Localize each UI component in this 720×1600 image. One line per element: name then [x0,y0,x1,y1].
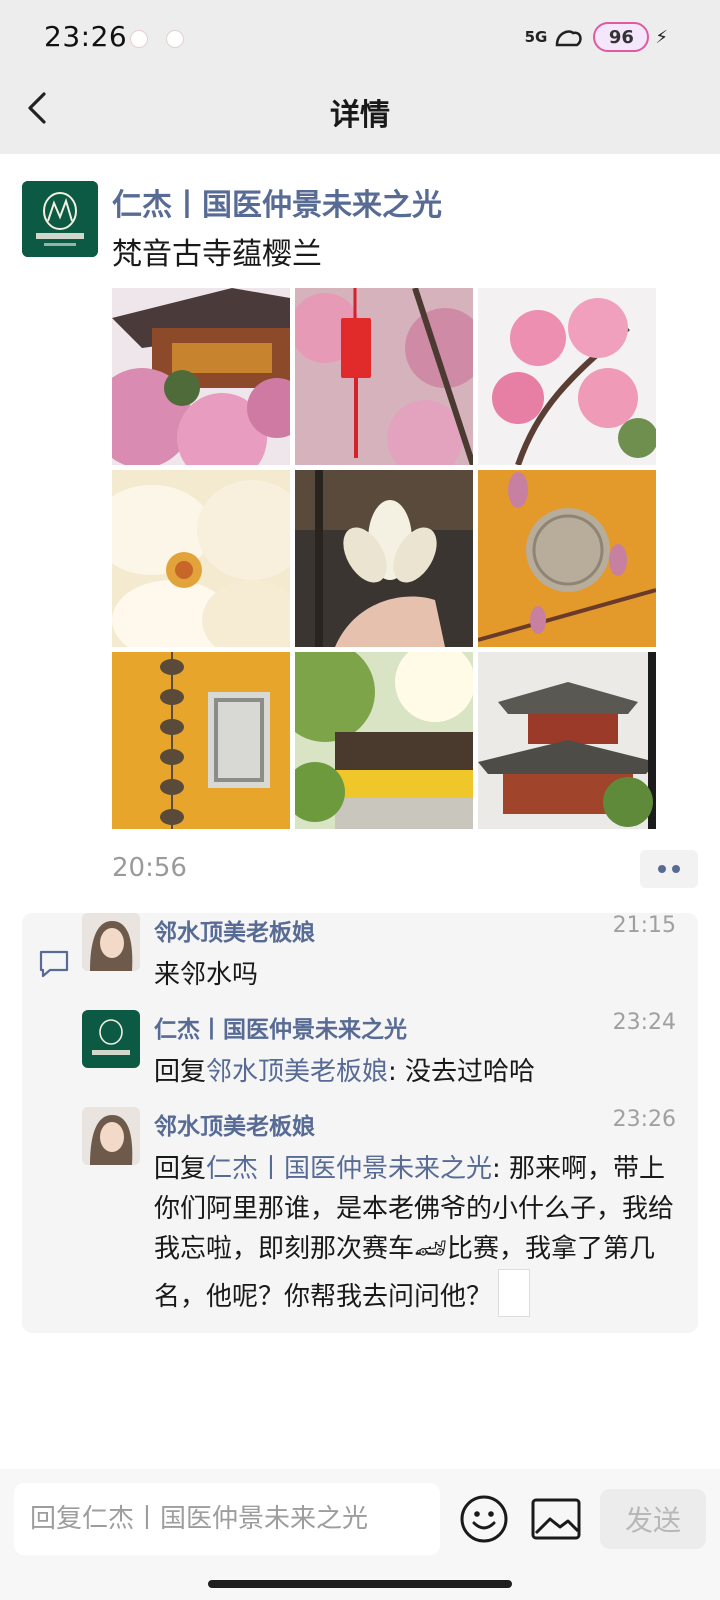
charging-icon: ⚡ [655,26,668,48]
comment-row-1[interactable]: 邻水顶美老板娘 21:15 来邻水吗 [82,913,682,993]
photo-temple-cherry-blossom[interactable] [112,288,290,465]
comment-time: 23:24 [612,1010,676,1035]
notification-icon [130,30,148,48]
post-text: 梵音古寺蕴樱兰 [112,237,322,272]
home-indicator [208,1580,512,1588]
dot-icon [672,865,680,873]
mention-link[interactable]: 仁杰丨国医仲景未来之光 [206,1154,492,1184]
commenter-avatar[interactable] [82,1010,140,1068]
more-actions-button[interactable] [640,850,698,888]
notification-icon [166,30,184,48]
commenter-name[interactable]: 邻水顶美老板娘 [154,913,315,947]
comment-time: 21:15 [612,913,676,938]
commenter-avatar[interactable] [82,1107,140,1165]
comment-row-3[interactable]: 邻水顶美老板娘 23:26 回复仁杰丨国医仲景未来之光: 那来啊，带上你们阿里那… [82,1107,682,1317]
photo-red-lantern-blossom[interactable] [295,288,473,465]
mention-link[interactable]: 邻水顶美老板娘 [206,1057,388,1087]
comment-row-2[interactable]: 仁杰丨国医仲景未来之光 23:24 回复邻水顶美老板娘: 没去过哈哈 [82,1010,682,1090]
photo-round-carving-yellow-wall[interactable] [478,470,656,647]
comment-icon [39,950,69,978]
photo-white-magnolia-closeup[interactable] [112,470,290,647]
photo-rain-chain-window[interactable] [112,652,290,829]
battery-icon: 96 [593,22,650,52]
post-author-name[interactable]: 仁杰丨国医仲景未来之光 [112,180,442,224]
signal-label: 5G [524,28,548,46]
dot-icon [658,865,666,873]
comment-time: 23:26 [612,1107,676,1132]
signal-icon [556,30,583,47]
commenter-name[interactable]: 仁杰丨国医仲景未来之光 [154,1010,407,1044]
sticker-thumbnail[interactable] [498,1269,531,1317]
page-title: 详情 [330,98,390,133]
emoji-icon[interactable] [458,1493,510,1545]
author-avatar[interactable] [22,181,98,257]
photo-grid [112,288,658,831]
logo-icon [22,181,98,257]
status-indicators: 5G 96 ⚡ [525,22,668,52]
comment-text: 回复邻水顶美老板娘: 没去过哈哈 [154,1057,536,1087]
image-icon[interactable] [530,1497,582,1541]
comment-text: 回复仁杰丨国医仲景未来之光: 那来啊，带上你们阿里那谁，是本老佛爷的小什么子，我… [154,1149,684,1317]
send-button[interactable]: 发送 [600,1489,706,1549]
photo-sunlit-temple-wall[interactable] [295,652,473,829]
reply-input[interactable] [14,1483,440,1555]
status-time: 23:26 [44,20,128,53]
commenter-name[interactable]: 邻水顶美老板娘 [154,1107,315,1141]
post-time: 20:56 [112,853,187,883]
photo-pink-cherry-blossom[interactable] [478,288,656,465]
top-bar: 23:26 5G 96 ⚡ 详情 [0,0,720,154]
comment-text: 来邻水吗 [154,960,259,990]
commenter-avatar[interactable] [82,913,140,971]
battery-level: 96 [608,26,634,48]
photo-magnolia-in-hand[interactable] [295,470,473,647]
race-car-emoji: 🏎 [414,1234,448,1264]
photo-temple-pagoda-roof[interactable] [478,652,656,829]
